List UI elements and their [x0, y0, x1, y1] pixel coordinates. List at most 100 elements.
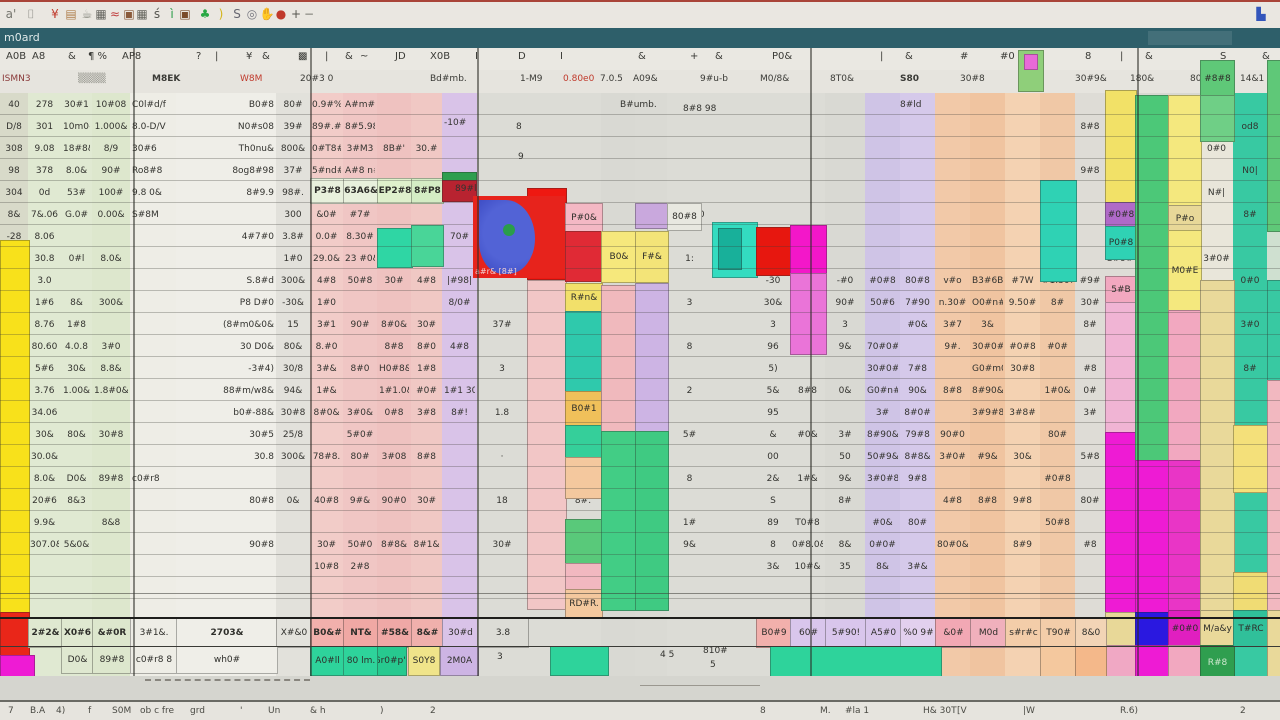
column-header[interactable]: JD	[395, 51, 406, 62]
cell-block[interactable]: M0#E	[1168, 230, 1202, 312]
cell-block[interactable]	[1168, 460, 1202, 612]
undo-icon[interactable]: a'	[2, 5, 20, 23]
cell-block[interactable]: S0Y8	[408, 646, 440, 676]
column-header[interactable]: #	[960, 51, 968, 62]
cell-block[interactable]	[0, 612, 30, 657]
header-cell[interactable]: ISMN3	[2, 74, 31, 84]
cell-block[interactable]	[565, 519, 603, 565]
cell-block[interactable]: 3#1&.	[130, 617, 178, 648]
cell-block[interactable]: 89#8	[92, 646, 132, 674]
cell-block[interactable]: F#&	[635, 231, 669, 283]
cell-block[interactable]	[790, 225, 827, 275]
column-header[interactable]: &	[345, 51, 353, 62]
column-header[interactable]: &	[715, 51, 723, 62]
grid-column[interactable]	[1075, 93, 1106, 676]
cell-block[interactable]	[718, 228, 742, 270]
grid-column[interactable]	[92, 93, 131, 676]
header-cell[interactable]: 7.0.5	[600, 74, 623, 84]
cell-block[interactable]	[1233, 425, 1269, 493]
cell-block[interactable]	[1135, 612, 1170, 647]
clipboard-icon[interactable]: ⌷	[22, 5, 40, 23]
cell-block[interactable]	[1040, 646, 1077, 678]
cell-block[interactable]: B0&	[601, 231, 637, 283]
cell-block[interactable]	[565, 311, 603, 393]
column-header[interactable]: I	[560, 51, 563, 62]
cell-block[interactable]: 60#	[790, 617, 827, 648]
column-header[interactable]: &	[1145, 51, 1153, 62]
cell-block[interactable]	[1267, 60, 1280, 232]
column-header[interactable]: &	[68, 51, 76, 62]
grid-column[interactable]	[825, 93, 866, 676]
header-cell[interactable]: 0.80e0	[563, 74, 594, 84]
cell-block[interactable]: T90#	[1040, 617, 1077, 648]
cell-block[interactable]: R#8	[1200, 645, 1235, 680]
column-header[interactable]: &	[905, 51, 913, 62]
column-header[interactable]: |	[880, 51, 883, 62]
cell-block[interactable]	[1135, 645, 1170, 680]
cell-block[interactable]: 80#8	[667, 203, 702, 231]
cell-block[interactable]: P0#8	[1105, 226, 1137, 260]
cell-block[interactable]: 8#P8	[411, 178, 444, 204]
cell-block[interactable]	[1200, 280, 1235, 612]
column-header[interactable]: ~	[360, 51, 368, 62]
cell-block[interactable]: 63A6&	[343, 178, 379, 204]
cell-block[interactable]	[1135, 95, 1170, 462]
grid-column[interactable]	[756, 93, 791, 676]
help-icon[interactable]: ▙	[1252, 5, 1270, 23]
cell-block[interactable]: wh0#	[176, 646, 278, 674]
column-header[interactable]: ▩	[298, 51, 307, 62]
cell-block[interactable]	[1168, 95, 1202, 207]
column-header[interactable]: |	[215, 51, 218, 62]
cell-block[interactable]	[1105, 645, 1137, 680]
cell-block[interactable]: P#0&	[565, 203, 603, 233]
cell-block[interactable]	[565, 457, 603, 499]
cell-block[interactable]: s#r#c	[1005, 617, 1042, 648]
grid-column[interactable]	[865, 93, 901, 676]
column-header[interactable]: &	[638, 51, 646, 62]
grid-column[interactable]	[276, 93, 311, 676]
cell-block[interactable]: NT&	[343, 617, 379, 648]
column-header[interactable]: #0	[1000, 51, 1015, 62]
column-header[interactable]: X0B	[430, 51, 450, 62]
cell-block[interactable]: B0&#	[310, 617, 345, 648]
cell-block[interactable]	[377, 228, 413, 268]
cell-block[interactable]	[1135, 460, 1170, 614]
cell-block[interactable]	[790, 273, 827, 355]
cell-block[interactable]: P3#8	[310, 178, 345, 204]
cell-block[interactable]	[1168, 310, 1202, 462]
cell-block[interactable]: 3.8	[477, 617, 529, 648]
cell-block[interactable]	[1267, 610, 1280, 682]
cell-block[interactable]: 30#d	[442, 617, 479, 648]
cell-block[interactable]: &#0R	[92, 617, 132, 648]
grid-column[interactable]	[477, 93, 528, 676]
cell-block[interactable]: A5#0	[865, 617, 902, 648]
cell-block[interactable]: 5#B	[1105, 276, 1137, 304]
header-cell[interactable]: M0/8&	[760, 74, 789, 84]
column-header[interactable]: ¶ %	[88, 51, 107, 62]
embedded-pie-chart[interactable]: a#r& [8#]	[473, 196, 565, 278]
folder-icon[interactable]: ▣	[176, 5, 194, 23]
header-cell[interactable]: S80	[900, 74, 919, 84]
column-header[interactable]: ?	[196, 51, 201, 62]
grid-column[interactable]	[28, 93, 62, 676]
header-cell[interactable]: ▒▒▒▒	[78, 74, 106, 84]
grid-column[interactable]	[970, 93, 1006, 676]
cell-block[interactable]: 2#2&	[28, 617, 63, 648]
cell-block[interactable]: M0d	[970, 617, 1007, 648]
header-cell[interactable]: 30#9&	[1075, 74, 1107, 84]
column-header[interactable]: I	[475, 51, 478, 62]
cell-block[interactable]	[601, 285, 637, 433]
grid-column[interactable]	[712, 93, 757, 676]
cell-block[interactable]: 2703&	[176, 617, 278, 648]
cell-block[interactable]	[635, 283, 669, 433]
column-header[interactable]: A8	[32, 51, 45, 62]
header-cell[interactable]: 20#3 0	[300, 74, 333, 84]
header-cell[interactable]: 9#u-b	[700, 74, 728, 84]
cell-block[interactable]: 80 lm.	[343, 646, 379, 676]
cell-block[interactable]	[756, 227, 792, 276]
cell-block[interactable]: D0&	[61, 646, 94, 674]
cell-block[interactable]	[0, 240, 30, 614]
cell-block[interactable]: B0#1	[565, 391, 603, 427]
cell-block[interactable]	[1024, 54, 1038, 70]
column-header[interactable]: A0B	[6, 51, 26, 62]
